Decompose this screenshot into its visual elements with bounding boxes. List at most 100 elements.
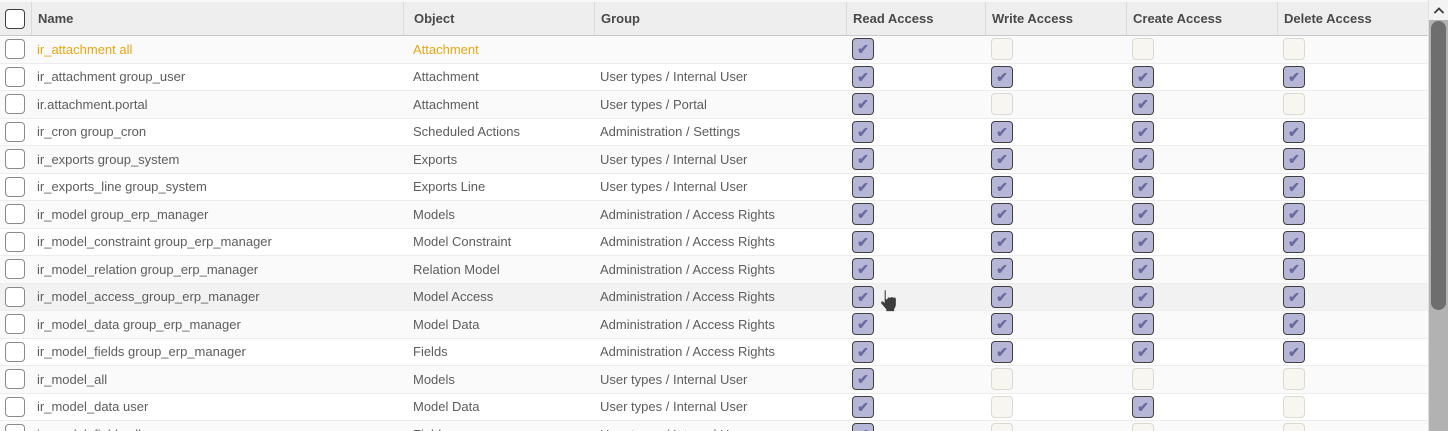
table-row[interactable]: ir_model_relation group_erp_manager Rela…: [0, 256, 1428, 284]
read-access-checkbox[interactable]: ✔: [852, 286, 874, 308]
column-header-delete-access[interactable]: Delete Access: [1277, 2, 1428, 35]
table-row[interactable]: ir_exports_line group_system Exports Lin…: [0, 174, 1428, 202]
write-access-checkbox[interactable]: ✔: [991, 286, 1013, 308]
create-access-checkbox[interactable]: ✔: [1132, 121, 1154, 143]
create-access-checkbox[interactable]: ✔: [1132, 258, 1154, 280]
table-row[interactable]: ir_model group_erp_manager Models Admini…: [0, 201, 1428, 229]
delete-access-checkbox[interactable]: ✔: [1283, 286, 1305, 308]
row-select-checkbox[interactable]: [5, 149, 25, 169]
delete-access-checkbox[interactable]: ✔: [1283, 203, 1305, 225]
scrollbar-up-button[interactable]: [1429, 0, 1448, 20]
row-select-checkbox[interactable]: [5, 314, 25, 334]
delete-access-checkbox[interactable]: ✔: [1283, 313, 1305, 335]
read-access-checkbox[interactable]: ✔: [852, 66, 874, 88]
column-header-name[interactable]: Name: [31, 2, 403, 35]
row-select-checkbox[interactable]: [5, 397, 25, 417]
row-select-checkbox[interactable]: [5, 94, 25, 114]
row-select-checkbox[interactable]: [5, 424, 25, 431]
table-row[interactable]: ir_model_fields group_erp_manager Fields…: [0, 339, 1428, 367]
delete-access-checkbox[interactable]: [1283, 38, 1305, 60]
row-select-checkbox[interactable]: [5, 342, 25, 362]
read-access-checkbox[interactable]: ✔: [852, 176, 874, 198]
write-access-checkbox[interactable]: ✔: [991, 121, 1013, 143]
column-header-object[interactable]: Object: [403, 2, 594, 35]
delete-access-checkbox[interactable]: ✔: [1283, 121, 1305, 143]
delete-access-checkbox[interactable]: ✔: [1283, 148, 1305, 170]
table-row[interactable]: ir_exports group_system Exports User typ…: [0, 146, 1428, 174]
row-select-checkbox[interactable]: [5, 204, 25, 224]
create-access-checkbox[interactable]: [1132, 38, 1154, 60]
create-access-checkbox[interactable]: ✔: [1132, 176, 1154, 198]
write-access-checkbox[interactable]: [991, 368, 1013, 390]
create-access-checkbox[interactable]: [1132, 423, 1154, 431]
create-access-checkbox[interactable]: ✔: [1132, 148, 1154, 170]
column-header-group[interactable]: Group: [594, 2, 846, 35]
create-access-checkbox[interactable]: ✔: [1132, 231, 1154, 253]
row-select-checkbox[interactable]: [5, 39, 25, 59]
scrollbar-thumb[interactable]: [1431, 21, 1446, 310]
table-row[interactable]: ir_model_all Models User types / Interna…: [0, 366, 1428, 394]
write-access-checkbox[interactable]: ✔: [991, 203, 1013, 225]
row-select-checkbox[interactable]: [5, 232, 25, 252]
write-access-checkbox[interactable]: [991, 38, 1013, 60]
read-access-checkbox[interactable]: ✔: [852, 121, 874, 143]
read-access-checkbox[interactable]: ✔: [852, 148, 874, 170]
table-row[interactable]: ir_model_data user Model Data User types…: [0, 394, 1428, 422]
write-access-checkbox[interactable]: [991, 423, 1013, 431]
delete-access-checkbox[interactable]: ✔: [1283, 258, 1305, 280]
read-access-checkbox[interactable]: ✔: [852, 258, 874, 280]
column-header-write-access[interactable]: Write Access: [985, 2, 1126, 35]
delete-access-checkbox[interactable]: ✔: [1283, 341, 1305, 363]
write-access-checkbox[interactable]: ✔: [991, 231, 1013, 253]
read-access-checkbox[interactable]: ✔: [852, 423, 874, 431]
select-all-checkbox[interactable]: [5, 9, 25, 29]
read-access-checkbox[interactable]: ✔: [852, 313, 874, 335]
delete-access-checkbox[interactable]: [1283, 423, 1305, 431]
column-header-read-access[interactable]: Read Access: [846, 2, 985, 35]
create-access-checkbox[interactable]: ✔: [1132, 313, 1154, 335]
read-access-checkbox[interactable]: ✔: [852, 203, 874, 225]
delete-access-checkbox[interactable]: [1283, 368, 1305, 390]
table-row[interactable]: ir_model_constraint group_erp_manager Mo…: [0, 229, 1428, 257]
read-access-checkbox[interactable]: ✔: [852, 231, 874, 253]
row-select-checkbox[interactable]: [5, 67, 25, 87]
write-access-checkbox[interactable]: ✔: [991, 341, 1013, 363]
write-access-checkbox[interactable]: ✔: [991, 313, 1013, 335]
read-access-checkbox[interactable]: ✔: [852, 38, 874, 60]
write-access-checkbox[interactable]: [991, 396, 1013, 418]
table-row[interactable]: ir_model_data group_erp_manager Model Da…: [0, 311, 1428, 339]
delete-access-checkbox[interactable]: ✔: [1283, 231, 1305, 253]
create-access-checkbox[interactable]: ✔: [1132, 286, 1154, 308]
create-access-checkbox[interactable]: ✔: [1132, 93, 1154, 115]
row-select-checkbox[interactable]: [5, 177, 25, 197]
delete-access-checkbox[interactable]: ✔: [1283, 66, 1305, 88]
create-access-checkbox[interactable]: ✔: [1132, 341, 1154, 363]
row-select-checkbox[interactable]: [5, 259, 25, 279]
row-select-checkbox[interactable]: [5, 287, 25, 307]
write-access-checkbox[interactable]: ✔: [991, 258, 1013, 280]
row-select-checkbox[interactable]: [5, 369, 25, 389]
column-header-create-access[interactable]: Create Access: [1126, 2, 1277, 35]
create-access-checkbox[interactable]: ✔: [1132, 66, 1154, 88]
table-row[interactable]: ir.attachment.portal Attachment User typ…: [0, 91, 1428, 119]
create-access-checkbox[interactable]: [1132, 368, 1154, 390]
read-access-checkbox[interactable]: ✔: [852, 368, 874, 390]
table-row[interactable]: ir_cron group_cron Scheduled Actions Adm…: [0, 119, 1428, 147]
write-access-checkbox[interactable]: ✔: [991, 176, 1013, 198]
read-access-checkbox[interactable]: ✔: [852, 396, 874, 418]
delete-access-checkbox[interactable]: [1283, 93, 1305, 115]
table-row[interactable]: ir_attachment group_user Attachment User…: [0, 64, 1428, 92]
write-access-checkbox[interactable]: [991, 93, 1013, 115]
delete-access-checkbox[interactable]: [1283, 396, 1305, 418]
delete-access-checkbox[interactable]: ✔: [1283, 176, 1305, 198]
create-access-checkbox[interactable]: ✔: [1132, 203, 1154, 225]
read-access-checkbox[interactable]: ✔: [852, 341, 874, 363]
table-row[interactable]: ir_model_fields all Fields User types / …: [0, 421, 1428, 431]
table-row[interactable]: ir_attachment all Attachment ✔: [0, 36, 1428, 64]
row-select-checkbox[interactable]: [5, 122, 25, 142]
write-access-checkbox[interactable]: ✔: [991, 148, 1013, 170]
create-access-checkbox[interactable]: ✔: [1132, 396, 1154, 418]
table-row[interactable]: ir_model_access_group_erp_manager Model …: [0, 284, 1428, 312]
read-access-checkbox[interactable]: ✔: [852, 93, 874, 115]
write-access-checkbox[interactable]: ✔: [991, 66, 1013, 88]
